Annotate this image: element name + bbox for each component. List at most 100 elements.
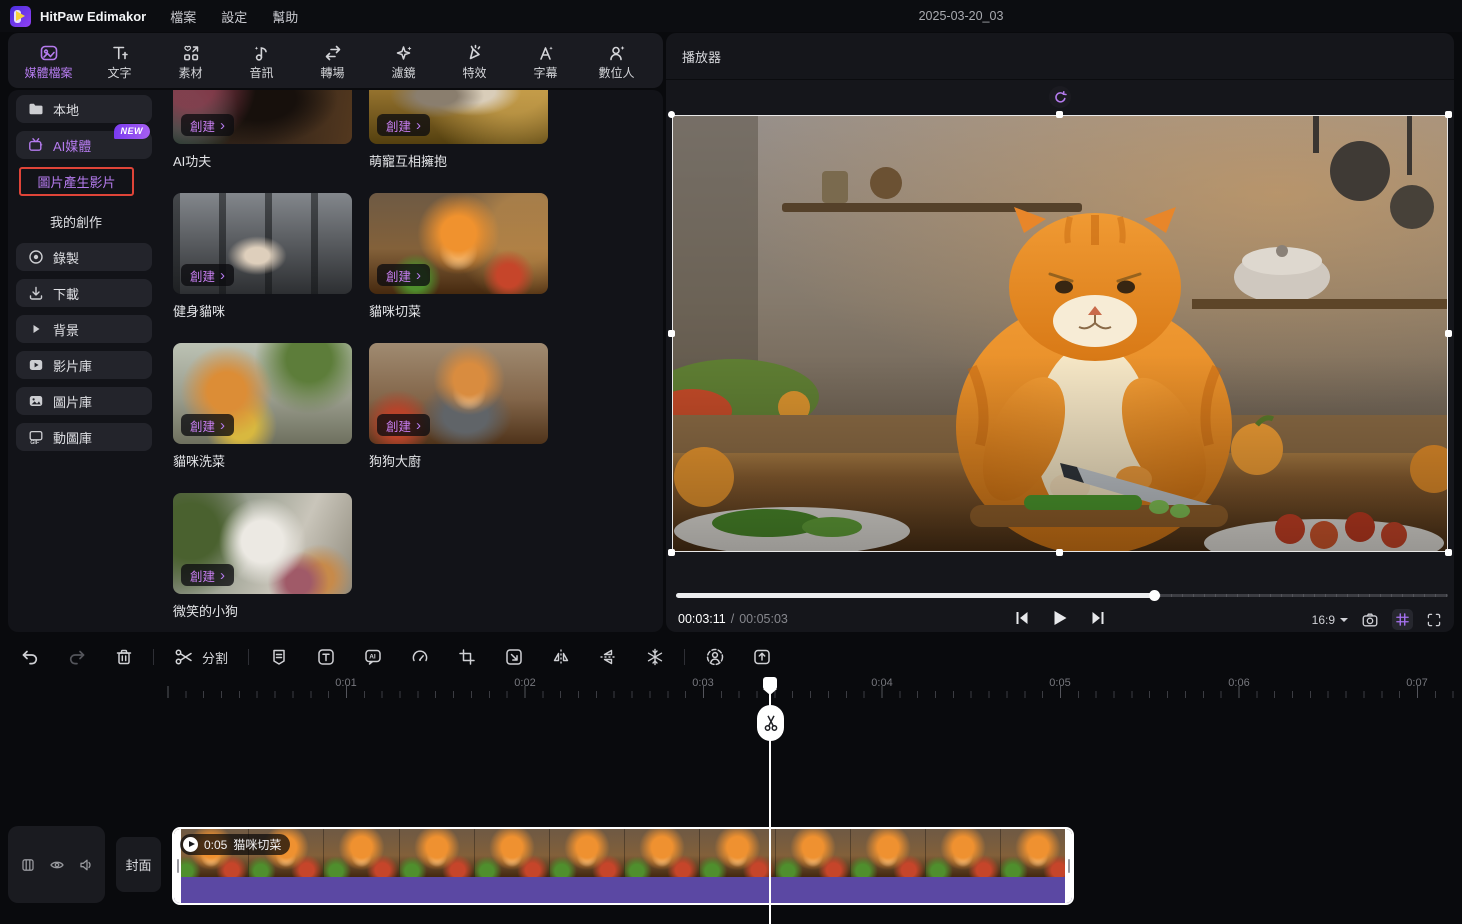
ai-subtitle-icon[interactable]: AI (349, 647, 396, 667)
sidebar-item-label: 影片庫 (53, 356, 92, 375)
chevron-right-icon: › (220, 418, 225, 433)
text-tool-icon[interactable] (302, 647, 349, 667)
avatar-tool-icon[interactable] (691, 647, 738, 667)
media-thumbnail-ai-kungfu[interactable]: 創建› (173, 90, 352, 144)
play-badge-icon (183, 837, 198, 852)
tab-avatar[interactable]: 數位人 (581, 42, 652, 80)
flip-horizontal-icon[interactable] (537, 647, 584, 667)
scale-icon[interactable] (490, 647, 537, 667)
tab-media[interactable]: 媒體檔案 (13, 42, 84, 80)
media-title: 貓咪切菜 (369, 301, 548, 320)
tab-elements[interactable]: 素材 (155, 42, 226, 80)
previous-frame-button[interactable] (1016, 611, 1029, 625)
effects-icon (465, 42, 485, 64)
ruler-label: 0:02 (514, 677, 535, 689)
selection-handle-left[interactable] (668, 330, 675, 337)
selection-handle-bottom[interactable] (1056, 549, 1063, 556)
clip-frame (400, 829, 475, 877)
tab-text[interactable]: 文字 (84, 42, 155, 80)
flip-vertical-icon[interactable] (584, 647, 631, 667)
playhead-scissors-icon[interactable] (757, 705, 784, 741)
play-button[interactable] (1053, 610, 1068, 626)
sidebar-item-my-creations[interactable]: 我的創作 (16, 207, 152, 235)
selection-handle-right[interactable] (1445, 330, 1452, 337)
speaker-icon[interactable] (78, 857, 94, 873)
media-thumbnail-gym-cat[interactable]: 創建› (173, 193, 352, 294)
sidebar-item-video-library[interactable]: 影片庫 (16, 351, 152, 379)
sidebar-item-label: 圖片產生影片 (37, 172, 115, 191)
media-thumbnail-pets-hug[interactable]: 創建› (369, 90, 548, 144)
media-thumbnail-cat-cutting[interactable]: 創建› (369, 193, 548, 294)
sidebar-item-image-to-video[interactable]: 圖片產生影片 (19, 167, 134, 196)
sidebar-item-download[interactable]: 下載 (16, 279, 152, 307)
tab-subtitle[interactable]: 字幕 (510, 42, 581, 80)
sidebar-item-background[interactable]: 背景 (16, 315, 152, 343)
create-button[interactable]: 創建› (377, 414, 430, 436)
crop-icon[interactable] (443, 647, 490, 667)
media-thumbnail-smiling-puppy[interactable]: 創建› (173, 493, 352, 594)
sidebar-item-ai-media[interactable]: AI媒體 NEW (16, 131, 152, 159)
freeze-frame-icon[interactable] (631, 647, 678, 667)
marker-icon[interactable] (255, 647, 302, 667)
aspect-ratio-dropdown[interactable]: 16:9 (1312, 613, 1348, 627)
timeline-ruler[interactable]: 0:01 0:02 0:03 0:04 0:05 0:06 0:07 (165, 676, 1462, 700)
create-button[interactable]: 創建› (181, 414, 234, 436)
undo-icon[interactable] (6, 647, 53, 667)
playhead-handle[interactable] (763, 677, 777, 690)
sidebar-item-record[interactable]: 錄製 (16, 243, 152, 271)
chevron-down-icon (1340, 618, 1348, 622)
create-button[interactable]: 創建› (377, 114, 430, 136)
export-clip-icon[interactable] (738, 647, 785, 667)
tab-filter-label: 濾鏡 (391, 66, 415, 80)
text-icon (110, 42, 130, 64)
selection-handle-top[interactable] (1056, 111, 1063, 118)
menu-settings[interactable]: 設定 (221, 7, 247, 26)
sidebar-item-label: 動圖庫 (53, 428, 92, 447)
ruler-major-ticks (165, 686, 1462, 698)
tab-filter[interactable]: 濾鏡 (368, 42, 439, 80)
tab-effects[interactable]: 特效 (439, 42, 510, 80)
create-button[interactable]: 創建› (377, 264, 430, 286)
sidebar-item-image-library[interactable]: 圖片庫 (16, 387, 152, 415)
create-button[interactable]: 創建› (181, 264, 234, 286)
menu-help[interactable]: 幫助 (272, 7, 298, 26)
redo-icon[interactable] (53, 647, 100, 667)
tab-audio[interactable]: 音訊 (226, 42, 297, 80)
video-canvas[interactable] (672, 115, 1448, 552)
timeline-clip[interactable]: 0:05 猫咪切菜 (172, 827, 1074, 905)
sidebar-item-local[interactable]: 本地 (16, 95, 152, 123)
clip-trim-handle-right[interactable] (1065, 829, 1072, 903)
fullscreen-icon[interactable] (1426, 612, 1442, 628)
clip-frame (776, 829, 851, 877)
snapshot-camera-icon[interactable] (1361, 611, 1379, 629)
next-frame-button[interactable] (1092, 611, 1105, 625)
create-button[interactable]: 創建› (181, 114, 234, 136)
selection-handle-top-right[interactable] (1445, 111, 1452, 118)
progress-knob[interactable] (1149, 590, 1160, 601)
grid-overlay-icon[interactable] (1392, 609, 1413, 630)
selection-handle-bottom-left[interactable] (668, 549, 675, 556)
sidebar-item-gif-library[interactable]: GIF 動圖庫 (16, 423, 152, 451)
media-thumbnail-cat-washing[interactable]: 創建› (173, 343, 352, 444)
media-card: 創建› AI功夫 (173, 90, 352, 193)
menu-file[interactable]: 檔案 (170, 7, 196, 26)
media-thumbnail-dog-chef[interactable]: 創建› (369, 343, 548, 444)
clip-audio-track[interactable] (174, 877, 1072, 903)
speed-icon[interactable] (396, 647, 443, 667)
player-progress-bar[interactable] (676, 589, 1448, 602)
tab-elements-label: 素材 (178, 66, 202, 80)
selection-handle-bottom-right[interactable] (1445, 549, 1452, 556)
sidebar-item-label: 圖片庫 (53, 392, 92, 411)
tab-transition[interactable]: 轉場 (297, 42, 368, 80)
video-track-icon[interactable] (20, 857, 36, 873)
delete-icon[interactable] (100, 647, 147, 667)
track-controls (8, 826, 105, 903)
cover-button[interactable]: 封面 (116, 837, 161, 892)
media-panel: 本地 AI媒體 NEW 圖片產生影片 我的創作 錄製 下載 (8, 90, 663, 632)
eye-icon[interactable] (49, 857, 65, 873)
rotate-handle-icon[interactable] (1049, 86, 1071, 108)
ruler-label: 0:06 (1228, 677, 1249, 689)
split-button[interactable]: 分割 (160, 647, 242, 667)
selection-handle-top-left[interactable] (668, 111, 675, 118)
create-button[interactable]: 創建› (181, 564, 234, 586)
